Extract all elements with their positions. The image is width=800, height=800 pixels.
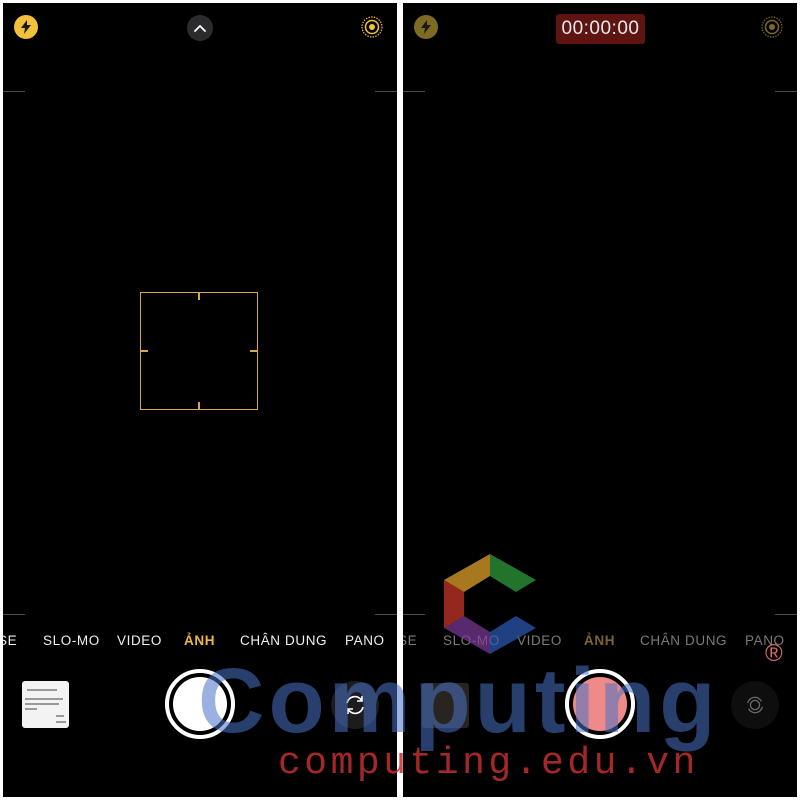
watermark-logo <box>444 554 536 654</box>
frame-corner <box>403 614 425 615</box>
flash-button[interactable] <box>14 15 38 39</box>
frame-corner <box>375 614 397 615</box>
live-photo-button[interactable] <box>360 15 384 39</box>
recording-timer: 00:00:00 <box>556 14 645 44</box>
frame-corner <box>403 91 425 92</box>
mode-video[interactable]: VIDEO <box>117 633 162 648</box>
frame-corner <box>3 614 25 615</box>
flash-button[interactable] <box>414 15 438 39</box>
live-photo-icon <box>761 16 783 38</box>
flash-icon <box>21 20 31 34</box>
watermark-brand: Computing <box>198 650 720 752</box>
mode-timelapse[interactable]: SE <box>3 633 17 648</box>
camera-flip-button[interactable] <box>731 681 779 729</box>
mode-photo[interactable]: ẢNH <box>184 633 215 648</box>
chevron-up-icon <box>194 24 206 32</box>
frame-corner <box>3 91 25 92</box>
controls-toggle-button[interactable] <box>187 15 213 41</box>
live-photo-button[interactable] <box>760 15 784 39</box>
frame-corner <box>375 91 397 92</box>
mode-portrait[interactable]: CHÂN DUNG <box>240 633 327 648</box>
mode-pano[interactable]: PANO <box>345 633 385 648</box>
mode-photo[interactable]: ẢNH <box>584 633 615 648</box>
flash-icon <box>421 20 431 34</box>
camera-flip-icon <box>747 696 763 714</box>
live-photo-icon <box>361 16 383 38</box>
watermark-registered-mark: ® <box>765 640 783 667</box>
focus-square <box>140 292 258 410</box>
photo-thumbnail[interactable] <box>22 681 69 728</box>
mode-slo-mo[interactable]: SLO-MO <box>43 633 100 648</box>
frame-corner <box>775 614 797 615</box>
mode-portrait[interactable]: CHÂN DUNG <box>640 633 727 648</box>
frame-corner <box>775 91 797 92</box>
mode-timelapse[interactable]: SE <box>403 633 417 648</box>
watermark-domain: computing.edu.vn <box>278 742 699 785</box>
